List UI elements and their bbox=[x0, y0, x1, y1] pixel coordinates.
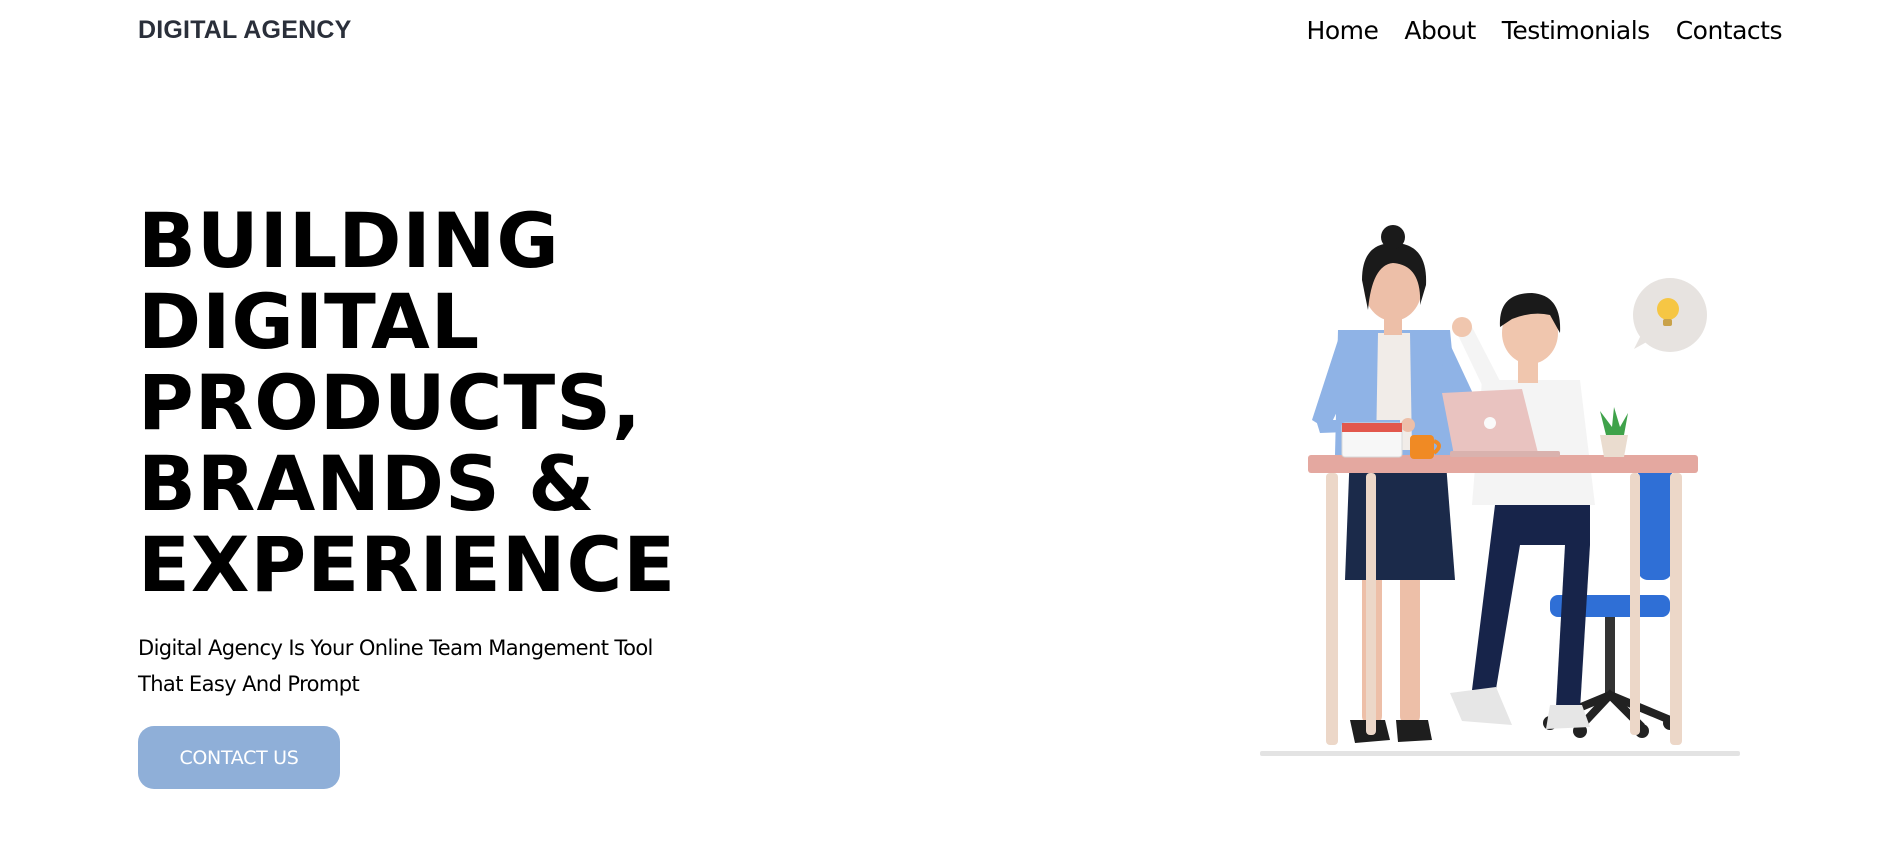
hero-title: BUILDING DIGITAL PRODUCTS, BRANDS & EXPE… bbox=[138, 200, 758, 605]
main-nav: Home About Testimonials Contacts bbox=[1307, 16, 1783, 45]
hero-title-line: EXPERIENCE bbox=[138, 520, 677, 609]
lightbulb-icon bbox=[1633, 278, 1707, 352]
nav-contacts[interactable]: Contacts bbox=[1676, 16, 1783, 45]
hero-title-line: BRANDS & bbox=[138, 439, 596, 528]
desk-calendar bbox=[1341, 422, 1403, 458]
man-figure bbox=[1450, 293, 1595, 729]
floor-shadow bbox=[1260, 751, 1740, 756]
hero-illustration bbox=[1260, 225, 1740, 756]
hero-description: Digital Agency Is Your Online Team Mange… bbox=[138, 636, 653, 696]
nav-about[interactable]: About bbox=[1404, 16, 1476, 45]
nav-testimonials[interactable]: Testimonials bbox=[1502, 16, 1650, 45]
contact-us-button[interactable]: CONTACT US bbox=[138, 726, 340, 789]
site-header: DIGITAL AGENCY Home About Testimonials C… bbox=[0, 0, 1892, 70]
site-logo[interactable]: DIGITAL AGENCY bbox=[138, 16, 351, 45]
hero-title-line: DIGITAL bbox=[138, 277, 481, 366]
nav-home[interactable]: Home bbox=[1307, 16, 1379, 45]
hero-title-line: BUILDING bbox=[138, 196, 560, 285]
potted-plant bbox=[1600, 407, 1628, 457]
hero-title-line: PRODUCTS, bbox=[138, 358, 642, 447]
